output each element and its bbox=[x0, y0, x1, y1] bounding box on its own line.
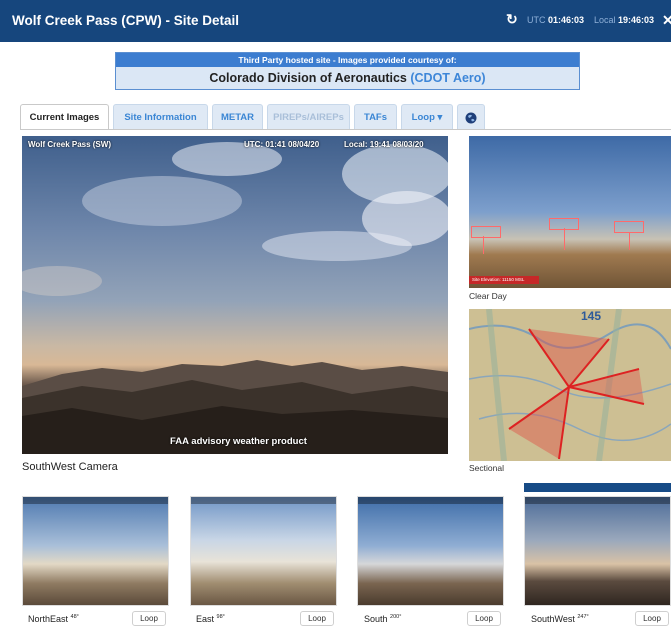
thumbnail-degrees: 247° bbox=[577, 614, 589, 620]
thumbnail-label-southwest: SouthWest 247° bbox=[531, 614, 589, 624]
agency-line: Colorado Division of Aeronautics (CDOT A… bbox=[116, 67, 579, 89]
sectional-caption: Sectional bbox=[469, 463, 504, 473]
tab-divider bbox=[20, 129, 671, 130]
cloud-shape bbox=[362, 191, 448, 246]
thumbnail-sky bbox=[525, 497, 670, 605]
tab-metar[interactable]: METAR bbox=[212, 104, 263, 130]
caret-down-icon: ▾ bbox=[437, 112, 443, 123]
close-icon[interactable]: ✕ bbox=[662, 12, 671, 29]
overlay-site-name: Wolf Creek Pass (SW) bbox=[28, 140, 111, 149]
sectional-map-graphic bbox=[469, 309, 671, 461]
clear-day-image[interactable]: Site Elevation: 11150 MSL bbox=[469, 136, 671, 288]
courtesy-banner: Third Party hosted site - Images provide… bbox=[115, 52, 580, 90]
overlay-utc-time: UTC: 01:41 08/04/20 bbox=[244, 140, 320, 149]
thumbnail-degrees: 98° bbox=[216, 614, 225, 620]
local-clock: Local 19:46:03 bbox=[594, 15, 654, 25]
peak-marker bbox=[549, 218, 579, 230]
clear-day-caption: Clear Day bbox=[469, 291, 507, 301]
main-camera-caption: SouthWest Camera bbox=[22, 461, 118, 473]
thumbnail-sky bbox=[23, 497, 168, 605]
loop-button-northeast[interactable]: Loop bbox=[132, 611, 166, 626]
globe-icon bbox=[465, 112, 477, 124]
tab-current-images[interactable]: Current Images bbox=[20, 104, 109, 130]
thumbnail-degrees: 48° bbox=[70, 614, 79, 620]
cloud-shape bbox=[22, 266, 102, 296]
peak-marker-line bbox=[629, 232, 630, 250]
tab-loop-dropdown[interactable]: Loop ▾ bbox=[401, 104, 453, 130]
thumbnail-label-text: NorthEast bbox=[28, 614, 69, 624]
selected-thumbnail-indicator bbox=[524, 483, 671, 492]
thumbnail-sky bbox=[191, 497, 336, 605]
tab-loop-label: Loop bbox=[411, 112, 435, 123]
agency-name: Colorado Division of Aeronautics bbox=[209, 71, 407, 85]
overlay-local-time: Local: 19:41 08/03/20 bbox=[344, 140, 424, 149]
loop-button-east[interactable]: Loop bbox=[300, 611, 334, 626]
faa-watermark: FAA advisory weather product bbox=[170, 436, 307, 447]
sectional-map-image[interactable]: 145 bbox=[469, 309, 671, 461]
local-label: Local bbox=[594, 15, 616, 25]
utc-clock: UTC 01:46:03 bbox=[527, 15, 584, 25]
loop-button-southwest[interactable]: Loop bbox=[635, 611, 669, 626]
thumbnail-south[interactable] bbox=[357, 496, 504, 606]
tab-pireps[interactable]: PIREPs/AIREPs bbox=[267, 104, 350, 130]
thumbnail-label-text: South bbox=[364, 614, 388, 624]
thumbnail-overlay-bar bbox=[525, 497, 670, 504]
thumbnail-southwest[interactable] bbox=[524, 496, 671, 606]
peak-marker bbox=[471, 226, 501, 238]
local-time: 19:46:03 bbox=[618, 15, 655, 25]
utc-time: 01:46:03 bbox=[548, 15, 585, 25]
sectional-map-number: 145 bbox=[581, 309, 602, 323]
thumbnail-sky bbox=[358, 497, 503, 605]
peak-marker bbox=[614, 221, 644, 233]
thumbnail-label-text: SouthWest bbox=[531, 614, 575, 624]
tab-site-information[interactable]: Site Information bbox=[113, 104, 208, 130]
thumbnail-overlay-bar bbox=[23, 497, 168, 504]
refresh-icon[interactable]: ↻ bbox=[506, 11, 518, 28]
thumbnail-label-east: East 98° bbox=[196, 614, 225, 624]
agency-link[interactable]: (CDOT Aero) bbox=[410, 71, 485, 85]
banner-line: Third Party hosted site - Images provide… bbox=[116, 53, 579, 67]
thumbnail-northeast[interactable] bbox=[22, 496, 169, 606]
thumbnail-label-text: East bbox=[196, 614, 215, 624]
thumbnail-overlay-bar bbox=[358, 497, 503, 504]
site-header: Wolf Creek Pass (CPW) - Site Detail ↻ UT… bbox=[0, 0, 671, 42]
tab-tafs[interactable]: TAFs bbox=[354, 104, 397, 130]
site-elevation-label: Site Elevation: 11150 MSL bbox=[469, 276, 539, 284]
main-camera-image[interactable]: Wolf Creek Pass (SW) UTC: 01:41 08/04/20… bbox=[22, 136, 448, 454]
thumbnail-east[interactable] bbox=[190, 496, 337, 606]
peak-marker-line bbox=[564, 228, 565, 250]
thumbnail-overlay-bar bbox=[191, 497, 336, 504]
thumbnail-label-northeast: NorthEast 48° bbox=[28, 614, 79, 624]
thumbnail-label-south: South 200° bbox=[364, 614, 401, 624]
tab-globe[interactable] bbox=[457, 104, 485, 130]
page-title: Wolf Creek Pass (CPW) - Site Detail bbox=[12, 13, 240, 28]
loop-button-south[interactable]: Loop bbox=[467, 611, 501, 626]
peak-marker-line bbox=[483, 236, 484, 254]
utc-label: UTC bbox=[527, 15, 546, 25]
thumbnail-degrees: 200° bbox=[390, 614, 402, 620]
cloud-shape bbox=[82, 176, 242, 226]
